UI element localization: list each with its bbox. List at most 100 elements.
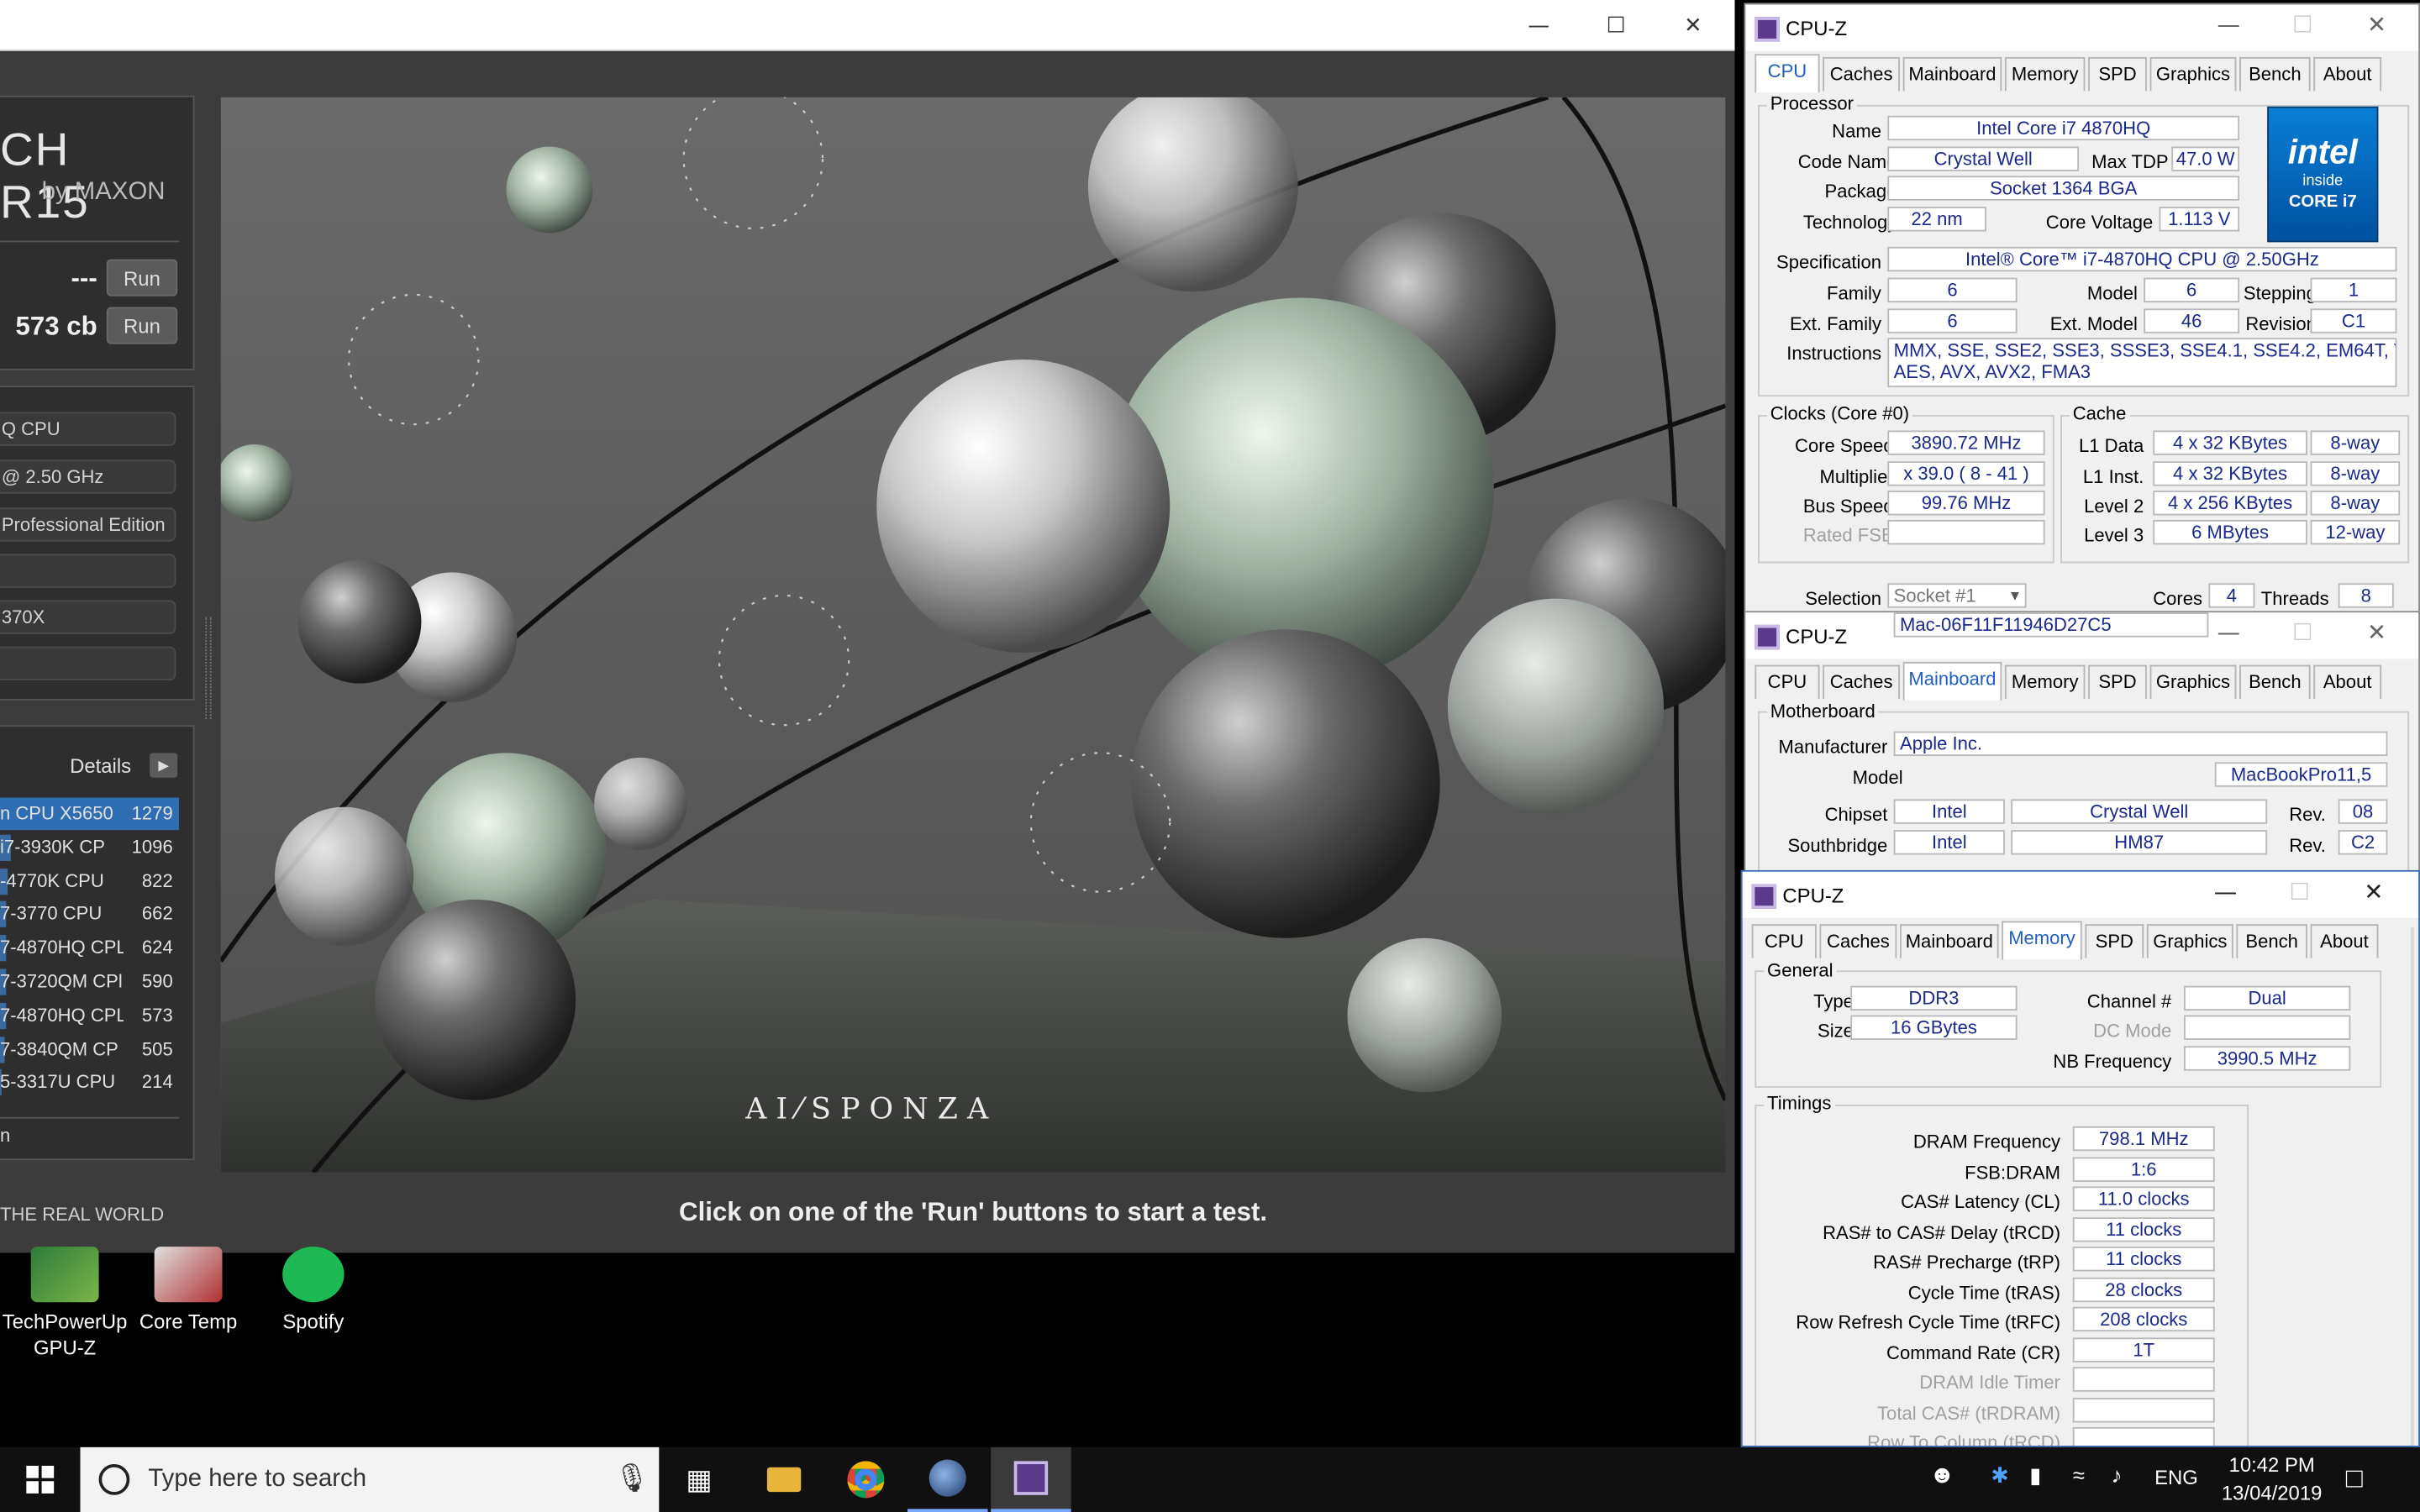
intel-brand: intel: [2287, 132, 2358, 171]
tab-caches[interactable]: Caches: [1823, 56, 1901, 92]
tab-memory[interactable]: Memory: [2002, 921, 2082, 960]
cpu-name-value: Intel Core i7 4870HQ: [1887, 115, 2240, 141]
scrollbar[interactable]: [2410, 927, 2414, 1446]
ranking-row[interactable]: n CPU X5650 1279: [0, 797, 180, 831]
maximize-button[interactable]: ☐: [2264, 878, 2334, 911]
tab-spd[interactable]: SPD: [2088, 664, 2147, 700]
cinebench-window: — ☐ ✕ CH R15 by MAXON --- Run 573 cb Run…: [0, 0, 1735, 1253]
ranking-row[interactable]: 7-3770 CPU 662: [0, 899, 179, 932]
people-icon[interactable]: ☻: [1929, 1462, 1955, 1490]
run-cpu-button[interactable]: Run: [106, 307, 178, 344]
file-explorer-button[interactable]: [744, 1447, 824, 1512]
chrome-button[interactable]: [826, 1447, 907, 1512]
taskbar: Type here to search 🎙 ▦ ☻ ✱ ▮ ≈ ♪ ENG 10…: [0, 1446, 2420, 1512]
tab-caches[interactable]: Caches: [1823, 664, 1901, 700]
ranking-row[interactable]: i7-3930K CP 1096: [0, 832, 179, 864]
tab-cpu[interactable]: CPU: [1754, 664, 1820, 700]
close-button[interactable]: ✕: [1655, 0, 1732, 51]
tab-bench[interactable]: Bench: [2239, 56, 2311, 92]
tab-graphics[interactable]: Graphics: [2146, 924, 2233, 958]
microphone-icon[interactable]: 🎙: [614, 1462, 650, 1495]
l3-value: 6 MBytes: [2153, 519, 2307, 545]
language-indicator[interactable]: ENG: [2154, 1466, 2198, 1489]
ranking-row[interactable]: 5-3317U CPU 214: [0, 1067, 179, 1100]
info-clock: @ 2.50 GHz: [0, 459, 176, 494]
minimize-button[interactable]: —: [2190, 878, 2260, 911]
task-view-button[interactable]: ▦: [659, 1447, 739, 1512]
close-button[interactable]: ✕: [2338, 878, 2409, 911]
ranking-row[interactable]: 7-4870HQ CPL 624: [0, 932, 179, 965]
maxon-logo: by MAXON: [41, 179, 166, 206]
bluetooth-icon[interactable]: ✱: [1991, 1462, 2009, 1488]
tab-mainboard[interactable]: Mainboard: [1900, 924, 1999, 958]
cinebench-taskbar-button[interactable]: [907, 1447, 988, 1512]
start-button[interactable]: [0, 1447, 81, 1512]
ranking-row[interactable]: 7-4870HQ CPL 573: [0, 1000, 179, 1032]
minimize-button[interactable]: —: [2193, 11, 2264, 45]
tab-spd[interactable]: SPD: [2088, 56, 2147, 92]
timing-value: [2072, 1397, 2215, 1422]
instructions-line1: MMX, SSE, SSE2, SSE3, SSSE3, SSE4.1, SSE…: [1893, 339, 2397, 361]
tab-cpu[interactable]: CPU: [1751, 924, 1817, 958]
wifi-icon[interactable]: ≈: [2073, 1462, 2085, 1487]
battery-icon[interactable]: ▮: [2029, 1462, 2041, 1488]
ranking-row[interactable]: 7-3840QM CP 505: [0, 1033, 179, 1066]
tab-graphics[interactable]: Graphics: [2149, 56, 2237, 92]
splitter-handle[interactable]: [205, 617, 212, 719]
socket-select[interactable]: Socket #1 ▼: [1887, 583, 2027, 608]
close-button[interactable]: ✕: [2341, 11, 2412, 45]
tab-memory[interactable]: Memory: [2004, 664, 2086, 700]
run-opengl-button[interactable]: Run: [106, 259, 178, 297]
maximize-button[interactable]: ☐: [1577, 0, 1655, 51]
tab-about[interactable]: About: [2310, 924, 2379, 958]
label: L1 Inst.: [2082, 465, 2144, 488]
ranking-panel: Details ▶ n CPU X5650 1279 i7-3930K CP 109…: [0, 725, 195, 1161]
tab-bench[interactable]: Bench: [2236, 924, 2307, 958]
tab-bench[interactable]: Bench: [2239, 664, 2311, 700]
tab-cpu[interactable]: CPU: [1754, 54, 1820, 93]
label: L1 Data: [2079, 434, 2144, 457]
cpuz-taskbar-button[interactable]: [991, 1446, 1071, 1512]
ranking-cpu-name: 5-3317U CPU: [0, 1071, 116, 1094]
divider: [0, 240, 180, 243]
l1-inst-way: 8-way: [2310, 461, 2401, 486]
label: Rated FSB: [1802, 524, 1894, 547]
info-gfx: 370X: [0, 600, 176, 634]
tab-caches[interactable]: Caches: [1819, 924, 1897, 958]
label: Package: [1824, 180, 1897, 202]
bus-speed-value: 99.76 MHz: [1887, 491, 2045, 516]
timing-value: [2072, 1426, 2215, 1446]
action-center-icon[interactable]: □: [2346, 1462, 2363, 1495]
desktop-icon-gpuz[interactable]: TechPowerUp GPU-Z: [0, 1247, 129, 1361]
search-box[interactable]: Type here to search 🎙: [80, 1446, 660, 1512]
desktop-icon-spotify[interactable]: Spotify: [249, 1247, 378, 1335]
label: Threads: [2260, 587, 2329, 610]
tab-graphics[interactable]: Graphics: [2149, 664, 2237, 700]
timing-label: Command Rate (CR): [1886, 1341, 2061, 1363]
tab-about[interactable]: About: [2313, 664, 2382, 700]
desktop-icon-coretemp[interactable]: Core Temp: [124, 1247, 253, 1335]
tab-mainboard[interactable]: Mainboard: [1902, 56, 2002, 92]
tab-spd[interactable]: SPD: [2085, 924, 2144, 958]
intel-core-i7-badge: intel inside CORE i7: [2267, 106, 2379, 243]
desktop-icon-label: TechPowerUp GPU-Z: [2, 1310, 128, 1360]
volume-icon[interactable]: ♪: [2112, 1462, 2123, 1487]
ranking-row[interactable]: -4770K CPU 822: [0, 865, 179, 898]
tab-about[interactable]: About: [2313, 56, 2382, 92]
close-button[interactable]: ✕: [2341, 619, 2412, 653]
southbridge-value: HM87: [2011, 830, 2268, 855]
southbridge-vendor-value: Intel: [1893, 830, 2005, 855]
label: Ext. Model: [2049, 312, 2138, 335]
maximize-button[interactable]: ☐: [2267, 11, 2338, 45]
timing-label: RAS# to CAS# Delay (tRCD): [1823, 1221, 2061, 1243]
clock[interactable]: 10:42 PM 13/04/2019: [2217, 1452, 2328, 1507]
tab-memory[interactable]: Memory: [2004, 56, 2086, 92]
tab-mainboard[interactable]: Mainboard: [1902, 661, 2002, 701]
minimize-button[interactable]: —: [1500, 0, 1577, 51]
ranking-row[interactable]: 7-3720QM CPl 590: [0, 966, 179, 999]
details-arrow-icon[interactable]: ▶: [150, 753, 178, 778]
maximize-button[interactable]: ☐: [2267, 619, 2338, 653]
label: Instructions: [1786, 342, 1881, 365]
ranking-score: 214: [141, 1071, 173, 1094]
chipset-rev-value: 08: [2338, 799, 2388, 824]
